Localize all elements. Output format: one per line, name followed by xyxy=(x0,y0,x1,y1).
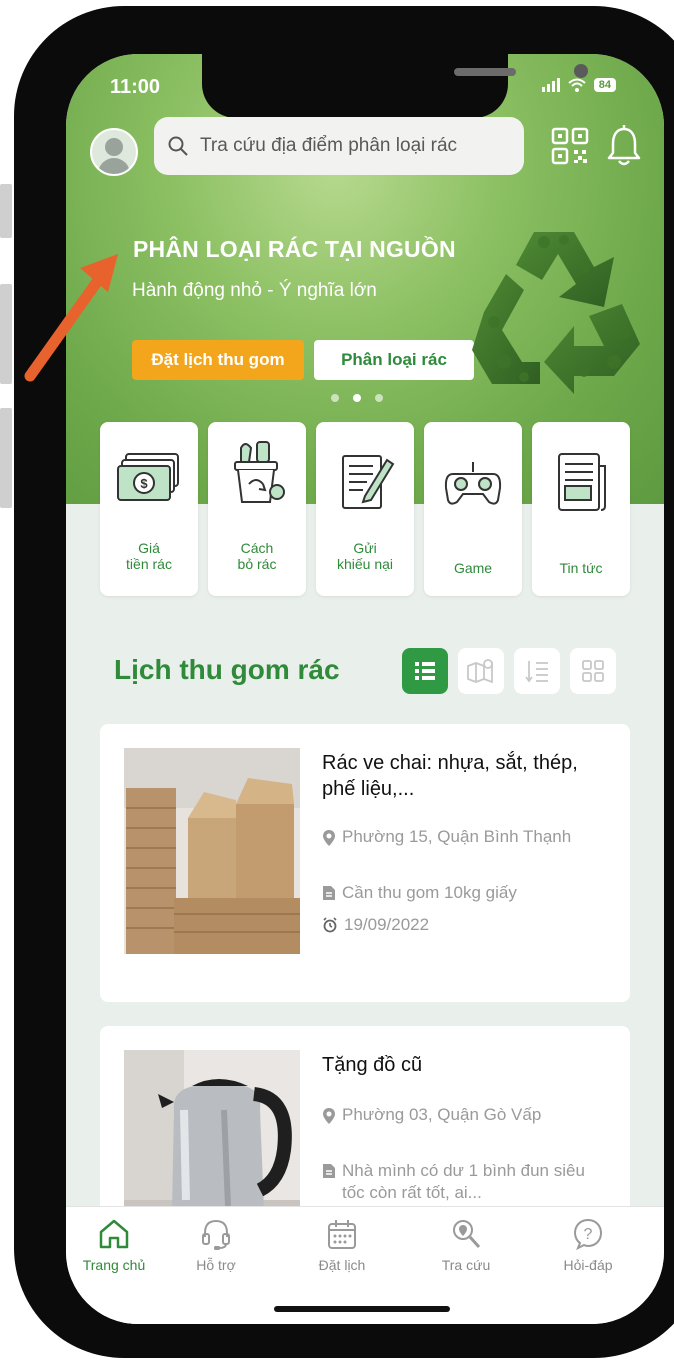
category-game[interactable]: Game xyxy=(424,422,522,596)
sort-view-button[interactable] xyxy=(514,648,560,694)
banner-title: PHÂN LOẠI RÁC TẠI NGUỒN xyxy=(133,236,456,262)
date-text: 19/09/2022 xyxy=(344,915,430,934)
category-complaint[interactable]: Gửi khiếu nại xyxy=(316,422,414,596)
search-input[interactable] xyxy=(198,134,512,158)
search-location-icon xyxy=(453,1220,481,1249)
list-view-icon xyxy=(415,662,435,680)
card-title: Tặng đồ cũ xyxy=(322,1054,423,1076)
nav-home[interactable]: Trang chủ xyxy=(66,1217,164,1273)
card-date: 19/09/2022 xyxy=(322,914,612,936)
carousel-indicator xyxy=(331,394,383,402)
calendar-icon xyxy=(328,1220,356,1249)
schedule-item-card[interactable]: Rác ve chai: nhựa, sắt, thép, phế liệu,.… xyxy=(100,724,630,1002)
carousel-dot[interactable] xyxy=(331,394,339,402)
category-disposal-guide[interactable]: Cách bỏ rác xyxy=(208,422,306,596)
status-icons: 84 xyxy=(541,78,616,92)
location-pin-icon xyxy=(323,830,335,846)
grid-view-icon xyxy=(582,660,604,682)
nav-lookup[interactable]: Tra cứu xyxy=(416,1217,516,1273)
card-title: Rác ve chai: nhựa, sắt, thép, phế liệu,.… xyxy=(322,752,578,800)
signal-icon xyxy=(541,78,560,92)
headset-icon xyxy=(202,1219,230,1250)
location-text: Phường 15, Quận Bình Thạnh xyxy=(342,827,572,846)
list-view-button[interactable] xyxy=(402,648,448,694)
nav-label: Trang chủ xyxy=(82,1257,146,1273)
svg-text:$: $ xyxy=(140,476,148,491)
home-indicator xyxy=(274,1306,450,1312)
speaker xyxy=(454,68,516,76)
money-icon: $ xyxy=(117,453,179,501)
avatar[interactable] xyxy=(90,128,138,176)
notch xyxy=(202,54,588,118)
sort-waste-button[interactable]: Phân loại rác xyxy=(314,340,474,380)
document-icon xyxy=(323,886,335,900)
nav-support[interactable]: Hỗ trợ xyxy=(166,1217,266,1273)
news-icon xyxy=(558,453,606,511)
annotation-arrow-icon xyxy=(24,254,118,382)
view-mode-toggle xyxy=(402,648,616,694)
wifi-icon xyxy=(568,78,586,92)
front-camera xyxy=(574,64,588,78)
gamepad-icon xyxy=(444,462,502,505)
carousel-dot[interactable] xyxy=(375,394,383,402)
grid-view-button[interactable] xyxy=(570,648,616,694)
phone-frame: 11:00 84 Tra cứu địa điểm phân loại rác … xyxy=(14,6,674,1358)
search-icon xyxy=(168,136,188,156)
schedule-pickup-button[interactable]: Đặt lịch thu gom xyxy=(132,340,304,380)
cardboard-boxes-image xyxy=(124,748,300,954)
location-pin-icon xyxy=(323,1108,335,1124)
section-title: Lịch thu gom rác xyxy=(114,654,340,685)
card-location: Phường 03, Quận Gò Vấp xyxy=(322,1104,612,1126)
nav-schedule[interactable]: Đặt lịch xyxy=(292,1217,392,1273)
category-label: Game xyxy=(453,560,493,576)
category-waste-price[interactable]: $ Giá tiền rác xyxy=(100,422,198,596)
nav-label: Hỗ trợ xyxy=(196,1257,236,1273)
card-note: Nhà mình có dư 1 bình đun siêu tốc còn r… xyxy=(322,1160,612,1204)
alarm-clock-icon xyxy=(323,917,337,933)
card-location: Phường 15, Quận Bình Thạnh xyxy=(322,826,612,848)
nav-label: Tra cứu xyxy=(441,1257,491,1273)
battery-icon: 84 xyxy=(593,78,616,92)
question-icon: ? xyxy=(573,1218,603,1251)
note-text: Cần thu gom 10kg giấy xyxy=(342,883,517,902)
volume-up-button xyxy=(0,284,12,384)
document-icon xyxy=(323,1164,335,1178)
qr-code-icon[interactable] xyxy=(550,126,590,166)
mute-switch xyxy=(0,184,12,238)
category-label: Cách bỏ rác xyxy=(237,540,277,572)
note-text: Nhà mình có dư 1 bình đun siêu tốc còn r… xyxy=(342,1161,585,1202)
complaint-icon xyxy=(342,455,395,509)
app-screen: 11:00 84 Tra cứu địa điểm phân loại rác … xyxy=(66,54,664,1324)
card-note: Cần thu gom 10kg giấy xyxy=(322,882,612,904)
map-view-button[interactable] xyxy=(458,648,504,694)
home-icon xyxy=(99,1219,129,1249)
nav-faq[interactable]: ? Hỏi-đáp xyxy=(538,1217,638,1273)
svg-text:?: ? xyxy=(584,1226,593,1243)
nav-label: Đặt lịch xyxy=(318,1257,366,1273)
volume-down-button xyxy=(0,408,12,508)
map-view-icon xyxy=(467,659,493,684)
location-text: Phường 03, Quận Gò Vấp xyxy=(342,1105,542,1124)
carousel-dot-active[interactable] xyxy=(353,394,361,402)
notification-bell-icon[interactable] xyxy=(606,124,642,168)
status-time: 11:00 xyxy=(110,76,161,98)
recycle-bin-icon xyxy=(234,441,285,503)
nav-label: Hỏi-đáp xyxy=(563,1257,613,1273)
category-label: Giá tiền rác xyxy=(126,540,172,572)
banner-subtitle: Hành động nhỏ - Ý nghĩa lớn xyxy=(132,280,377,301)
search-bar[interactable] xyxy=(154,117,524,175)
recycle-symbol-icon xyxy=(472,232,640,394)
category-shortcuts: $ Giá tiền rác Cách bỏ rác Gửi khiếu nại… xyxy=(100,422,630,596)
category-news[interactable]: Tin tức xyxy=(532,422,630,596)
category-label: Tin tức xyxy=(559,560,603,576)
sort-view-icon xyxy=(525,661,548,683)
category-label: Gửi khiếu nại xyxy=(336,540,394,572)
